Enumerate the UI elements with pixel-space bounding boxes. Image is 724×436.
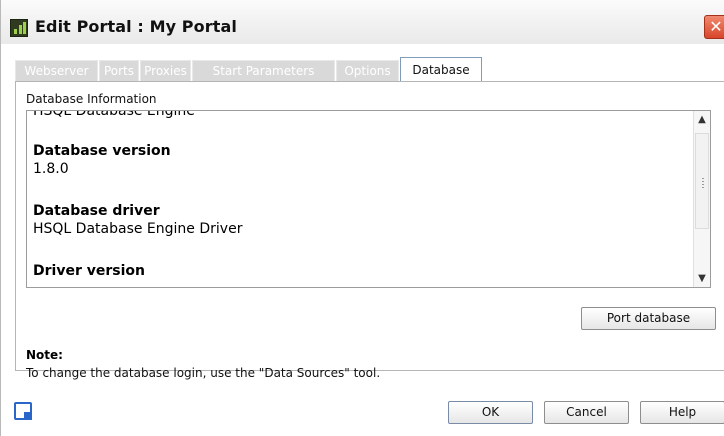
tab-options[interactable]: Options (336, 60, 399, 81)
database-driver-value: HSQL Database Engine Driver (33, 221, 243, 237)
edit-portal-dialog: Edit Portal : My Portal ✕ Webserver Port… (0, 0, 724, 436)
database-driver-label: Database driver (33, 203, 160, 219)
database-info-content: HSQL Database Engine Database version 1.… (33, 110, 693, 287)
tab-ports[interactable]: Ports (99, 60, 139, 81)
tab-database[interactable]: Database (400, 57, 482, 81)
vertical-scrollbar[interactable]: ▲ ▼ (693, 111, 710, 287)
database-version-label: Database version (33, 143, 171, 159)
port-database-button[interactable]: Port database (581, 307, 716, 330)
database-version-value: 1.8.0 (33, 161, 69, 177)
tab-proxies[interactable]: Proxies (140, 60, 191, 81)
tab-start-parameters[interactable]: Start Parameters (192, 60, 335, 81)
help-button[interactable]: Help (640, 401, 724, 424)
close-button[interactable]: ✕ (704, 15, 724, 39)
scroll-thumb[interactable] (695, 133, 709, 229)
chevron-up-icon: ▲ (698, 114, 706, 125)
scroll-up-button[interactable]: ▲ (694, 111, 710, 128)
edit-checkbox-icon[interactable] (14, 402, 32, 420)
window-title: Edit Portal : My Portal (35, 17, 237, 36)
tab-webserver[interactable]: Webserver (15, 60, 98, 81)
database-information-label: Database Information (26, 92, 157, 106)
ok-button[interactable]: OK (448, 401, 533, 424)
note-text: To change the database login, use the "D… (26, 366, 381, 380)
portal-app-icon (10, 19, 28, 37)
title-bar[interactable]: Edit Portal : My Portal ✕ (1, 0, 724, 44)
database-product-value: HSQL Database Engine (33, 110, 195, 119)
driver-version-label: Driver version (33, 263, 145, 279)
close-icon: ✕ (709, 17, 723, 36)
note-label: Note: (26, 348, 63, 362)
scroll-down-button[interactable]: ▼ (694, 270, 710, 287)
chevron-down-icon: ▼ (698, 273, 706, 284)
database-info-box[interactable]: HSQL Database Engine Database version 1.… (26, 110, 711, 288)
cancel-button[interactable]: Cancel (544, 401, 629, 424)
